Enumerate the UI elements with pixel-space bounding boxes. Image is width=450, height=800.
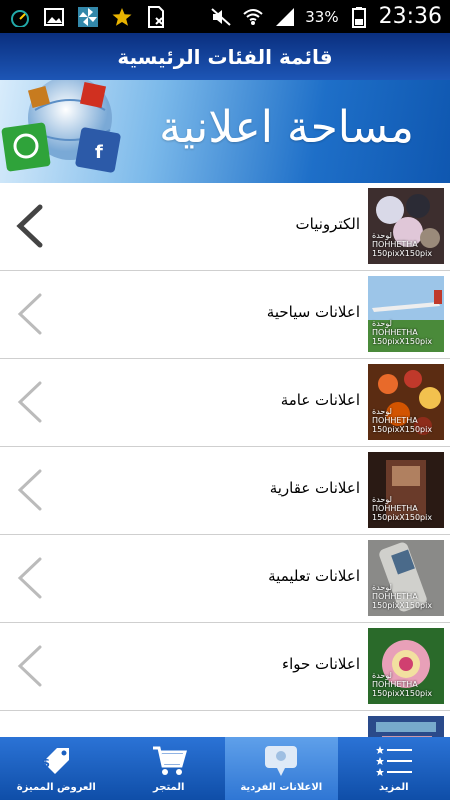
watermark-sub: ПОННЕТНА bbox=[372, 416, 418, 425]
nav-label: المزيد bbox=[378, 782, 409, 793]
wifi-icon bbox=[241, 6, 265, 28]
watermark-brand: لوحدة bbox=[372, 583, 392, 592]
thumbnail-watermark: لوحدة ПОННЕТНА 150pixX150pix bbox=[372, 671, 432, 698]
globe-social-icon: f bbox=[1, 80, 121, 173]
category-label: اعلانات تعليمية bbox=[268, 567, 360, 585]
pinwheel-icon bbox=[76, 6, 100, 28]
category-list: لوحدة ПОННЕТНА 150pixX150pix الكترونيات لوحد… bbox=[0, 183, 450, 737]
signal-icon bbox=[273, 6, 297, 28]
ad-banner[interactable]: f مساحة اعلانية bbox=[0, 80, 450, 183]
watermark-brand: لوحدة bbox=[372, 407, 392, 416]
category-label: اعلانات عقارية bbox=[269, 479, 360, 497]
mute-icon bbox=[209, 6, 233, 28]
watermark-size: 150pixX150pix bbox=[372, 337, 433, 346]
nav-featured-offers[interactable]: $ العروض المميزة bbox=[0, 737, 113, 800]
category-row-partial[interactable] bbox=[0, 711, 450, 737]
price-tag-icon: $ bbox=[42, 748, 70, 774]
watermark-sub: ПОННЕТНА bbox=[372, 680, 418, 689]
chevron-left-icon[interactable] bbox=[14, 203, 46, 249]
category-row[interactable]: لوحدة ПОННЕТНА 150pixX150pix اعلانات سياحية bbox=[0, 271, 450, 359]
gauge-icon bbox=[8, 6, 32, 28]
bottom-nav: $ العروض المميزة المتجر الاعلانات الفردي… bbox=[0, 737, 450, 800]
app-root: 33% 23:36 قائمة الفئات الرئيسية f مساحة … bbox=[0, 0, 450, 800]
watermark-size: 150pixX150pix bbox=[372, 249, 433, 258]
category-thumbnail: لوحدة ПОННЕТНА 150pixX150pix bbox=[368, 364, 444, 440]
watermark-sub: ПОННЕТНА bbox=[372, 240, 418, 249]
watermark-size: 150pixX150pix bbox=[372, 425, 433, 434]
status-bar: 33% 23:36 bbox=[0, 0, 450, 33]
category-label: اعلانات حواء bbox=[282, 655, 360, 673]
chevron-left-icon[interactable] bbox=[14, 555, 46, 601]
nav-individual-ads[interactable]: الاعلانات الفردية bbox=[225, 737, 338, 800]
sim-card-icon bbox=[144, 5, 168, 28]
category-thumbnail bbox=[368, 716, 444, 737]
watermark-size: 150pixX150pix bbox=[372, 689, 433, 698]
chevron-left-icon[interactable] bbox=[14, 379, 46, 425]
page-title: قائمة الفئات الرئيسية bbox=[0, 33, 450, 80]
image-icon bbox=[42, 6, 66, 28]
clock: 23:36 bbox=[378, 4, 442, 29]
watermark-size: 150pixX150pix bbox=[372, 601, 433, 610]
category-row[interactable]: لوحدة ПОННЕТНА 150pixX150pix اعلانات عامة bbox=[0, 359, 450, 447]
banner-text: مساحة اعلانية bbox=[159, 102, 414, 153]
watermark-brand: لوحدة bbox=[372, 671, 392, 680]
cart-icon bbox=[152, 746, 187, 775]
nav-label: الاعلانات الفردية bbox=[240, 782, 323, 793]
category-row[interactable]: لوحدة ПОННЕТНА 150pixX150pix الكترونيات bbox=[0, 183, 450, 271]
category-label: اعلانات عامة bbox=[280, 391, 360, 409]
thumbnail-watermark: لوحدة ПОННЕТНА 150pixX150pix bbox=[372, 231, 432, 258]
svg-text:f: f bbox=[95, 142, 103, 163]
watermark-sub: ПОННЕТНА bbox=[372, 504, 418, 513]
chat-icon bbox=[265, 746, 298, 776]
category-thumbnail: لوحدة ПОННЕТНА 150pixX150pix bbox=[368, 540, 444, 616]
menu-list-icon bbox=[375, 746, 412, 776]
watermark-size: 150pixX150pix bbox=[372, 513, 433, 522]
nav-label: العروض المميزة bbox=[16, 782, 96, 793]
watermark-sub: ПОННЕТНА bbox=[372, 592, 418, 601]
watermark-brand: لوحدة bbox=[372, 319, 392, 328]
category-label: اعلانات سياحية bbox=[266, 303, 360, 321]
thumbnail-watermark: لوحدة ПОННЕТНА 150pixX150pix bbox=[372, 407, 432, 434]
star-icon bbox=[110, 6, 134, 28]
thumbnail-watermark: لوحدة ПОННЕТНА 150pixX150pix bbox=[372, 319, 432, 346]
chevron-left-icon[interactable] bbox=[14, 291, 46, 337]
battery-icon bbox=[347, 6, 371, 28]
nav-label: المتجر bbox=[153, 782, 185, 793]
category-row[interactable]: لوحدة ПОННЕТНА 150pixX150pix اعلانات حواء bbox=[0, 623, 450, 711]
watermark-sub: ПОННЕТНА bbox=[372, 328, 418, 337]
page-title-text: قائمة الفئات الرئيسية bbox=[117, 44, 333, 69]
chevron-left-icon[interactable] bbox=[14, 643, 46, 689]
category-row[interactable]: لوحدة ПОННЕТНА 150pixX150pix اعلانات عقارية bbox=[0, 447, 450, 535]
category-row[interactable]: لوحدة ПОННЕТНА 150pixX150pix اعلانات تعليمي… bbox=[0, 535, 450, 623]
svg-text:$: $ bbox=[42, 756, 50, 770]
watermark-brand: لوحدة bbox=[372, 495, 392, 504]
nav-store[interactable]: المتجر bbox=[113, 737, 226, 800]
watermark-brand: لوحدة bbox=[372, 231, 392, 240]
thumbnail-watermark: لوحدة ПОННЕТНА 150pixX150pix bbox=[372, 495, 432, 522]
category-thumbnail: لوحدة ПОННЕТНА 150pixX150pix bbox=[368, 276, 444, 352]
category-thumbnail: لوحدة ПОННЕТНА 150pixX150pix bbox=[368, 452, 444, 528]
battery-percent: 33% bbox=[305, 7, 339, 26]
thumbnail-watermark: لوحدة ПОННЕТНА 150pixX150pix bbox=[372, 583, 432, 610]
category-thumbnail: لوحدة ПОННЕТНА 150pixX150pix bbox=[368, 188, 444, 264]
chevron-left-icon[interactable] bbox=[14, 467, 46, 513]
category-label: الكترونيات bbox=[295, 215, 360, 233]
nav-more[interactable]: المزيد bbox=[338, 737, 450, 800]
category-thumbnail: لوحدة ПОННЕТНА 150pixX150pix bbox=[368, 628, 444, 704]
